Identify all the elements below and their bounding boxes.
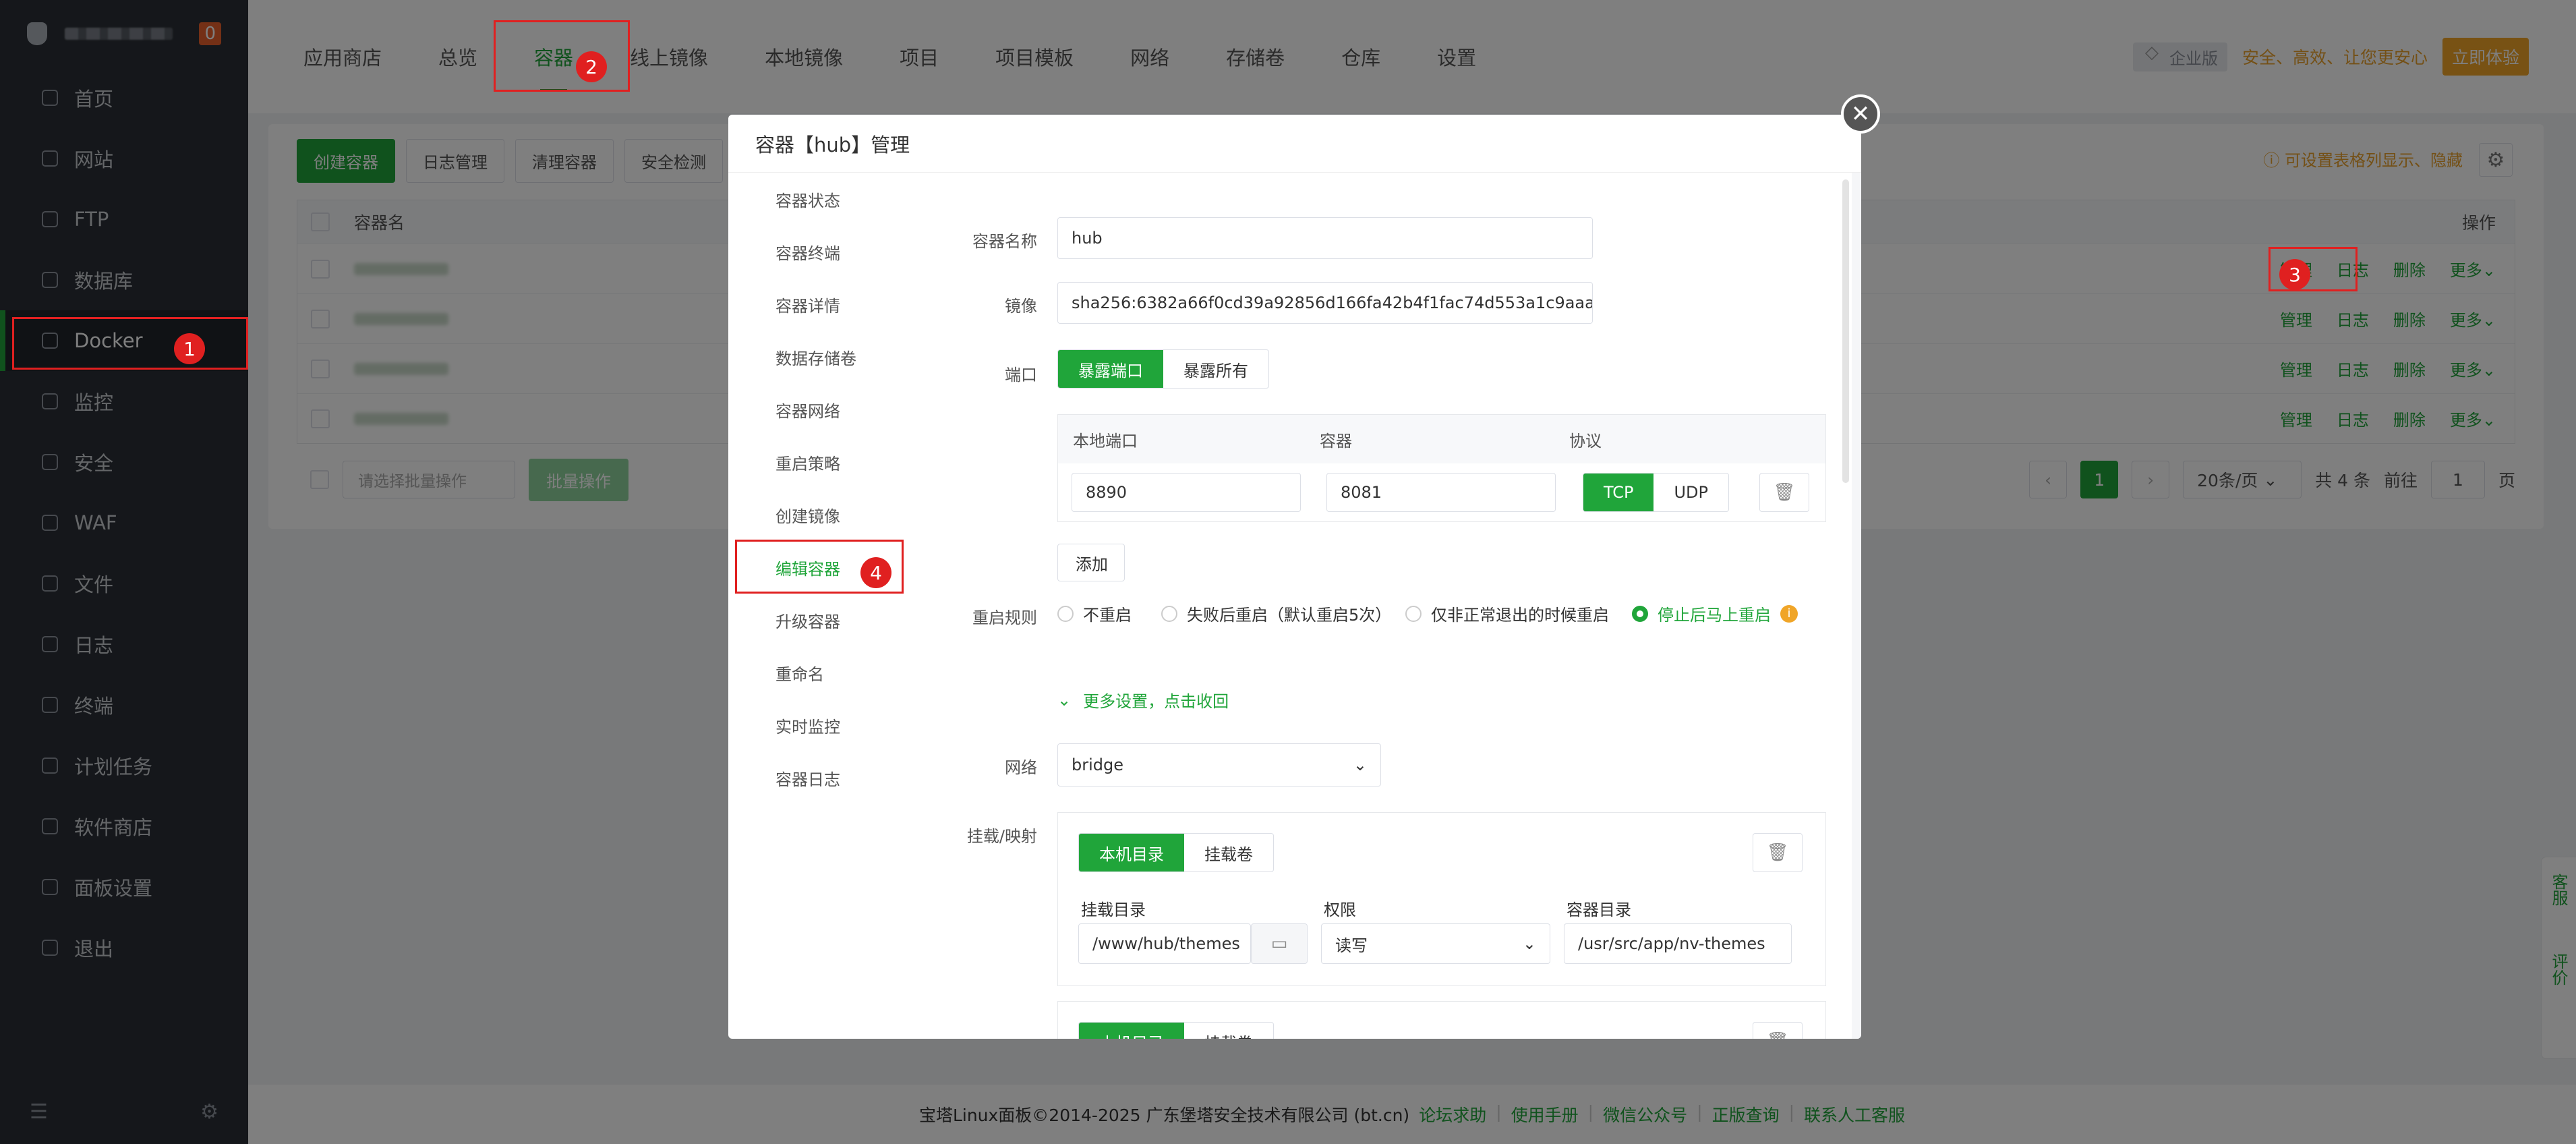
modal-menu-item-2[interactable]: 容器详情 — [728, 278, 902, 331]
tcp-option[interactable]: TCP — [1583, 474, 1654, 511]
more-settings-toggle[interactable]: ⌄ 更多设置，点击收回 — [1057, 688, 1229, 712]
modal-content: 容器名称 hub 镜像 sha256:6382a66f0cd39a92856d1… — [902, 173, 1861, 1039]
add-port-button[interactable]: 添加 — [1057, 544, 1125, 581]
host-dir-option[interactable]: 本机目录 — [1079, 834, 1184, 871]
chevron-down-icon: ⌄ — [1522, 934, 1536, 953]
permission-label: 权限 — [1324, 900, 1356, 919]
container-port-header: 容器 — [1320, 431, 1352, 451]
chevron-down-icon: ⌄ — [1057, 690, 1072, 710]
modal-menu-item-1[interactable]: 容器终端 — [728, 225, 902, 278]
restart-always[interactable]: 停止后马上重启 i — [1632, 602, 1798, 625]
modal-title: 容器【hub】管理 — [728, 115, 1861, 173]
modal-menu-item-8[interactable]: 升级容器 — [728, 594, 902, 646]
container-dir-label: 容器目录 — [1567, 900, 1631, 919]
radio-icon — [1161, 605, 1177, 622]
folder-icon[interactable]: ▭ — [1251, 923, 1308, 964]
restart-no-label: 不重启 — [1083, 606, 1132, 625]
modal-close-icon[interactable]: ✕ — [1841, 94, 1880, 134]
mount-entry: 本机目录 挂载卷 🗑 挂载目录 /www/hub/themes ▭ 权限 读写 ⌄… — [1057, 812, 1826, 986]
host-dir-option-2[interactable]: 本机目录 — [1079, 1023, 1184, 1039]
mount-type-toggle-2: 本机目录 挂载卷 — [1078, 1022, 1274, 1039]
delete-port-icon[interactable]: 🗑 — [1759, 473, 1809, 512]
volume-option-2[interactable]: 挂载卷 — [1184, 1023, 1273, 1039]
volume-option[interactable]: 挂载卷 — [1184, 834, 1273, 871]
mount-dir-input[interactable]: /www/hub/themes — [1078, 923, 1251, 964]
annotation-highlight-docker — [12, 317, 248, 370]
permission-value: 读写 — [1335, 936, 1368, 955]
modal-menu-item-11[interactable]: 容器日志 — [728, 751, 902, 804]
protocol-header: 协议 — [1569, 431, 1602, 451]
port-table: 本地端口 容器 协议 8890 8081 TCP UDP 🗑 — [1057, 414, 1826, 522]
annotation-number-1: 1 — [174, 333, 205, 364]
annotation-number-2: 2 — [576, 51, 607, 82]
modal-menu-item-9[interactable]: 重命名 — [728, 646, 902, 699]
permission-select[interactable]: 读写 ⌄ — [1321, 923, 1550, 964]
info-icon[interactable]: i — [1780, 604, 1798, 623]
modal-menu-item-5[interactable]: 重启策略 — [728, 436, 902, 488]
annotation-number-3: 3 — [2279, 259, 2310, 290]
restart-on-failure[interactable]: 失败后重启（默认重启5次） — [1161, 602, 1391, 625]
modal-menu-item-4[interactable]: 容器网络 — [728, 383, 902, 436]
more-settings-label: 更多设置，点击收回 — [1083, 692, 1229, 711]
port-label: 端口 — [1005, 366, 1037, 384]
image-label: 镜像 — [1005, 297, 1037, 316]
expose-port-option[interactable]: 暴露端口 — [1058, 350, 1163, 388]
network-select[interactable]: bridge ⌄ — [1057, 743, 1381, 786]
mount-type-toggle: 本机目录 挂载卷 — [1078, 833, 1274, 872]
container-dir-input[interactable]: /usr/src/app/nv-themes — [1564, 923, 1792, 964]
delete-mount-icon[interactable]: 🗑 — [1753, 833, 1803, 872]
port-mode-toggle: 暴露端口 暴露所有 — [1057, 349, 1269, 389]
local-port-header: 本地端口 — [1073, 431, 1138, 451]
radio-checked-icon — [1632, 605, 1648, 622]
mount-label: 挂载/映射 — [966, 827, 1037, 846]
modal-menu-item-3[interactable]: 数据存储卷 — [728, 331, 902, 383]
local-port-input[interactable]: 8890 — [1072, 473, 1301, 512]
name-label: 容器名称 — [972, 232, 1037, 251]
restart-no[interactable]: 不重启 — [1057, 602, 1132, 625]
port-table-header: 本地端口 容器 协议 — [1058, 415, 1825, 463]
annotation-highlight-container-tab — [494, 20, 630, 92]
modal-menu-item-10[interactable]: 实时监控 — [728, 699, 902, 751]
radio-icon — [1057, 605, 1074, 622]
restart-unless-abnormal-label: 仅非正常退出的时候重启 — [1431, 606, 1609, 625]
protocol-toggle: TCP UDP — [1583, 473, 1730, 512]
annotation-number-4: 4 — [860, 557, 891, 588]
edit-container-form: 容器名称 hub 镜像 sha256:6382a66f0cd39a92856d1… — [902, 173, 1852, 1039]
container-port-input[interactable]: 8081 — [1326, 473, 1556, 512]
modal-menu-item-0[interactable]: 容器状态 — [728, 173, 902, 225]
restart-always-label: 停止后马上重启 — [1658, 606, 1771, 625]
delete-mount-icon-2[interactable]: 🗑 — [1753, 1022, 1803, 1039]
mount-dir-label: 挂载目录 — [1081, 900, 1146, 919]
modal-menu-item-6[interactable]: 创建镜像 — [728, 488, 902, 541]
name-input[interactable]: hub — [1057, 217, 1593, 259]
image-input[interactable]: sha256:6382a66f0cd39a92856d166fa42b4f1fa… — [1057, 282, 1593, 324]
mount-entry-2: 本机目录 挂载卷 🗑 — [1057, 1001, 1826, 1039]
modal-menu: 容器状态 容器终端 容器详情 数据存储卷 容器网络 重启策略 创建镜像 编辑容器 升级容器 重命名… — [728, 173, 902, 1039]
udp-option[interactable]: UDP — [1653, 474, 1728, 511]
chevron-down-icon: ⌄ — [1353, 755, 1367, 774]
network-label: 网络 — [1005, 758, 1037, 777]
scrollbar[interactable] — [1842, 179, 1849, 483]
radio-icon — [1405, 605, 1422, 622]
expose-all-option[interactable]: 暴露所有 — [1163, 350, 1268, 388]
restart-unless-abnormal[interactable]: 仅非正常退出的时候重启 — [1405, 602, 1609, 625]
restart-label: 重启规则 — [972, 608, 1037, 627]
network-select-value: bridge — [1072, 755, 1124, 774]
restart-on-failure-label: 失败后重启（默认重启5次） — [1187, 606, 1392, 625]
